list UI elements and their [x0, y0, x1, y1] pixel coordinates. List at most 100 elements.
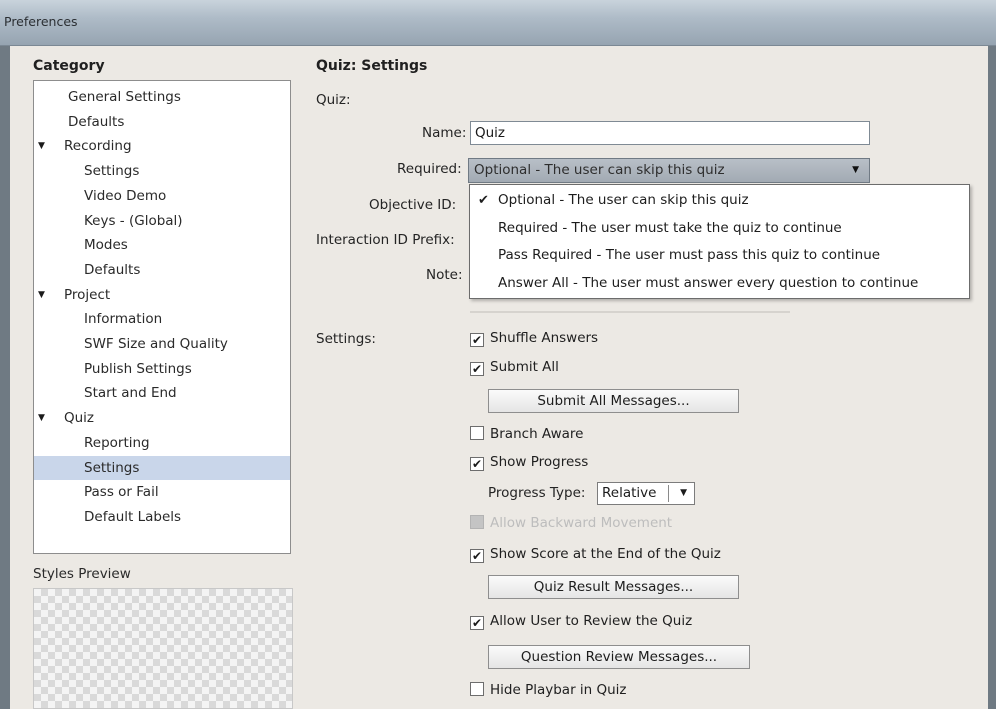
- tree-item-label: SWF Size and Quality: [84, 336, 228, 352]
- required-option[interactable]: Answer All - The user must answer every …: [470, 271, 969, 296]
- tree-item-label: Defaults: [84, 261, 141, 278]
- tree-item-label: Recording: [64, 138, 132, 155]
- tree-item-label: Publish Settings: [84, 360, 192, 377]
- submit-all-messages-button[interactable]: Submit All Messages...: [488, 389, 739, 413]
- quiz-section-label: Quiz:: [316, 92, 351, 108]
- tree-item[interactable]: Information: [34, 307, 290, 331]
- tree-item[interactable]: ▼ Recording: [34, 134, 290, 158]
- required-dropdown-value: Optional - The user can skip this quiz: [474, 162, 725, 178]
- required-label: Required:: [397, 161, 462, 177]
- tree-item-label: Quiz: [64, 410, 95, 427]
- tree-item[interactable]: Default Labels: [34, 505, 290, 529]
- category-heading: Category: [33, 58, 105, 74]
- tree-item[interactable]: Defaults: [34, 258, 290, 282]
- checkbox-box[interactable]: [470, 426, 484, 440]
- interaction-id-prefix-label: Interaction ID Prefix:: [316, 232, 455, 248]
- required-option-label: Answer All - The user must answer every …: [498, 274, 919, 291]
- styles-preview-label: Styles Preview: [33, 566, 131, 582]
- tree-item-label: Project: [64, 286, 111, 303]
- window-title: Preferences: [4, 14, 78, 29]
- progress-type-label: Progress Type:: [488, 485, 586, 501]
- submit-all-label: Submit All: [490, 359, 559, 375]
- checkbox-box[interactable]: ✔: [470, 457, 484, 471]
- tree-item-label: Defaults: [68, 113, 125, 130]
- progress-type-value: Relative: [602, 485, 657, 501]
- branch-aware-checkbox[interactable]: Branch Aware: [470, 423, 583, 445]
- tree-item[interactable]: Keys - (Global): [34, 209, 290, 233]
- branch-aware-label: Branch Aware: [490, 426, 584, 442]
- tree-item-label: Settings: [84, 163, 140, 180]
- checkbox-box[interactable]: ✔: [470, 362, 484, 376]
- tree-item-label: Reporting: [84, 434, 150, 451]
- tree-item[interactable]: General Settings: [34, 85, 290, 109]
- tree-item[interactable]: Video Demo: [34, 184, 290, 208]
- shuffle-answers-checkbox[interactable]: ✔ Shuffle Answers: [470, 327, 598, 349]
- page-title: Quiz: Settings: [316, 58, 428, 74]
- dropdown-separator: [668, 485, 669, 502]
- required-option-label: Required - The user must take the quiz t…: [498, 219, 842, 236]
- tree-item[interactable]: Start and End: [34, 381, 290, 405]
- note-label: Note:: [426, 267, 463, 283]
- tree-item[interactable]: Publish Settings: [34, 357, 290, 381]
- styles-preview-box: [33, 588, 293, 709]
- note-field-edge: [470, 311, 790, 313]
- progress-type-dropdown[interactable]: Relative ▼: [597, 482, 695, 505]
- tree-item[interactable]: Settings: [34, 159, 290, 183]
- required-option[interactable]: ✔ Optional - The user can skip this quiz: [470, 188, 969, 213]
- tree-item-label: Video Demo: [84, 187, 167, 204]
- required-option[interactable]: Pass Required - The user must pass this …: [470, 243, 969, 268]
- checkbox-box[interactable]: ✔: [470, 333, 484, 347]
- allow-backward-movement-checkbox: Allow Backward Movement: [470, 512, 672, 534]
- shuffle-answers-label: Shuffle Answers: [490, 330, 599, 346]
- show-score-checkbox[interactable]: ✔ Show Score at the End of the Quiz: [470, 543, 721, 565]
- tree-item[interactable]: ▼ Project: [34, 283, 290, 307]
- tree-item[interactable]: ▼ Quiz: [34, 406, 290, 430]
- hide-playbar-label: Hide Playbar in Quiz: [490, 682, 627, 698]
- tree-item-label: Start and End: [84, 385, 177, 402]
- show-progress-label: Show Progress: [490, 454, 589, 470]
- checkbox-box[interactable]: [470, 682, 484, 696]
- tree-item[interactable]: Defaults: [34, 110, 290, 134]
- objective-id-label: Objective ID:: [369, 197, 457, 213]
- quiz-result-messages-button[interactable]: Quiz Result Messages...: [488, 575, 739, 599]
- quiz-name-input[interactable]: [470, 121, 870, 145]
- hide-playbar-checkbox[interactable]: Hide Playbar in Quiz: [470, 679, 627, 701]
- chevron-down-icon: ▼: [852, 165, 859, 175]
- tree-item-label: Pass or Fail: [84, 484, 159, 501]
- expand-arrow-icon[interactable]: ▼: [38, 134, 45, 158]
- checkbox-box[interactable]: ✔: [470, 549, 484, 563]
- chevron-down-icon: ▼: [680, 488, 687, 498]
- required-option[interactable]: Required - The user must take the quiz t…: [470, 216, 969, 241]
- expand-arrow-icon[interactable]: ▼: [38, 406, 45, 430]
- tree-item[interactable]: Settings: [34, 455, 290, 480]
- tree-item[interactable]: Pass or Fail: [34, 480, 290, 504]
- checkbox-box: [470, 515, 484, 529]
- required-options-menu[interactable]: ✔ Optional - The user can skip this quiz R…: [469, 184, 970, 299]
- required-option-label: Optional - The user can skip this quiz: [498, 192, 749, 208]
- allow-review-label: Allow User to Review the Quiz: [490, 613, 693, 629]
- tree-item[interactable]: Reporting: [34, 431, 290, 455]
- tree-item-label: Modes: [84, 237, 128, 254]
- allow-backward-movement-label: Allow Backward Movement: [490, 515, 673, 531]
- checkbox-box[interactable]: ✔: [470, 616, 484, 630]
- title-bar[interactable]: Preferences: [0, 0, 996, 46]
- question-review-messages-button[interactable]: Question Review Messages...: [488, 645, 750, 669]
- settings-label: Settings:: [316, 331, 376, 347]
- tree-item-label: Settings: [84, 459, 140, 476]
- show-progress-checkbox[interactable]: ✔ Show Progress: [470, 451, 588, 473]
- tree-item[interactable]: Modes: [34, 233, 290, 257]
- submit-all-checkbox[interactable]: ✔ Submit All: [470, 356, 559, 378]
- tree-item-label: Default Labels: [84, 508, 182, 525]
- required-option-label: Pass Required - The user must pass this …: [498, 247, 881, 263]
- tree-item-label: Keys - (Global): [84, 212, 183, 229]
- allow-review-checkbox[interactable]: ✔ Allow User to Review the Quiz: [470, 610, 692, 632]
- required-dropdown[interactable]: Optional - The user can skip this quiz ▼: [468, 158, 870, 183]
- name-label: Name:: [422, 125, 467, 141]
- tree-item[interactable]: SWF Size and Quality: [34, 332, 290, 356]
- preferences-window: Preferences Category General Settings Def…: [0, 0, 996, 709]
- expand-arrow-icon[interactable]: ▼: [38, 283, 45, 307]
- category-tree[interactable]: General Settings Defaults ▼ Recording Settin…: [33, 80, 291, 554]
- checkmark-icon: ✔: [478, 193, 489, 208]
- tree-item-label: General Settings: [68, 89, 181, 105]
- tree-item-label: Information: [84, 311, 163, 328]
